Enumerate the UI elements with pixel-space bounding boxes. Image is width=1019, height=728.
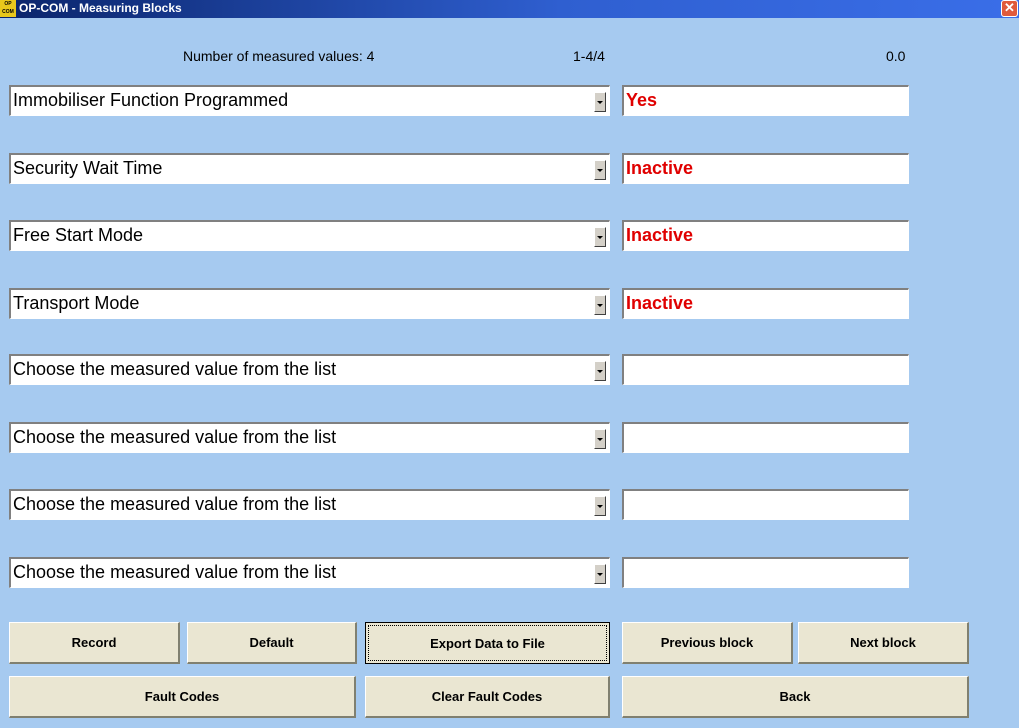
fault-codes-button[interactable]: Fault Codes — [9, 676, 356, 718]
chevron-down-icon[interactable] — [594, 92, 606, 112]
app-logo-icon: OP COM — [0, 0, 16, 17]
measure-select-label: Choose the measured value from the list — [13, 359, 337, 379]
chevron-down-icon[interactable] — [594, 160, 606, 180]
chevron-down-icon[interactable] — [594, 295, 606, 315]
previous-block-button[interactable]: Previous block — [622, 622, 793, 664]
measure-select-8[interactable]: Choose the measured value from the list — [9, 557, 610, 588]
measure-select-label: Free Start Mode — [13, 225, 144, 245]
measure-value-5 — [622, 354, 909, 385]
block-range: 1-4/4 — [573, 48, 605, 64]
measure-value-text: Inactive — [626, 158, 694, 178]
chevron-down-icon[interactable] — [594, 564, 606, 584]
measure-value-text: Inactive — [626, 293, 694, 313]
chevron-down-icon[interactable] — [594, 429, 606, 449]
clear-fault-codes-button[interactable]: Clear Fault Codes — [365, 676, 610, 718]
chevron-down-icon[interactable] — [594, 361, 606, 381]
measure-select-label: Security Wait Time — [13, 158, 163, 178]
measure-value-7 — [622, 489, 909, 520]
measure-value-8 — [622, 557, 909, 588]
measure-select-1[interactable]: Immobiliser Function Programmed — [9, 85, 610, 116]
measure-value-2: Inactive — [622, 153, 909, 184]
measure-select-6[interactable]: Choose the measured value from the list — [9, 422, 610, 453]
next-block-button[interactable]: Next block — [798, 622, 969, 664]
chevron-down-icon[interactable] — [594, 227, 606, 247]
measure-select-label: Immobiliser Function Programmed — [13, 90, 289, 110]
measure-select-3[interactable]: Free Start Mode — [9, 220, 610, 251]
window-title: OP-COM - Measuring Blocks — [19, 1, 182, 15]
measure-select-2[interactable]: Security Wait Time — [9, 153, 610, 184]
close-icon[interactable]: ✕ — [1001, 0, 1018, 17]
measure-value-text: Yes — [626, 90, 658, 110]
measure-select-label: Choose the measured value from the list — [13, 427, 337, 447]
elapsed-time: 0.0 — [886, 48, 906, 64]
chevron-down-icon[interactable] — [594, 496, 606, 516]
measure-select-label: Choose the measured value from the list — [13, 494, 337, 514]
measure-select-label: Choose the measured value from the list — [13, 562, 337, 582]
record-button[interactable]: Record — [9, 622, 180, 664]
title-bar[interactable]: OP COM OP-COM - Measuring Blocks ✕ — [0, 0, 1019, 18]
measure-value-text: Inactive — [626, 225, 694, 245]
measure-select-4[interactable]: Transport Mode — [9, 288, 610, 319]
measure-select-5[interactable]: Choose the measured value from the list — [9, 354, 610, 385]
measured-count-label: Number of measured values: 4 — [183, 48, 375, 64]
default-button[interactable]: Default — [187, 622, 357, 664]
measure-value-6 — [622, 422, 909, 453]
measure-value-4: Inactive — [622, 288, 909, 319]
measure-value-3: Inactive — [622, 220, 909, 251]
measure-select-label: Transport Mode — [13, 293, 140, 313]
measure-select-7[interactable]: Choose the measured value from the list — [9, 489, 610, 520]
back-button[interactable]: Back — [622, 676, 969, 718]
measure-value-1: Yes — [622, 85, 909, 116]
export-data-button[interactable]: Export Data to File — [365, 622, 610, 664]
